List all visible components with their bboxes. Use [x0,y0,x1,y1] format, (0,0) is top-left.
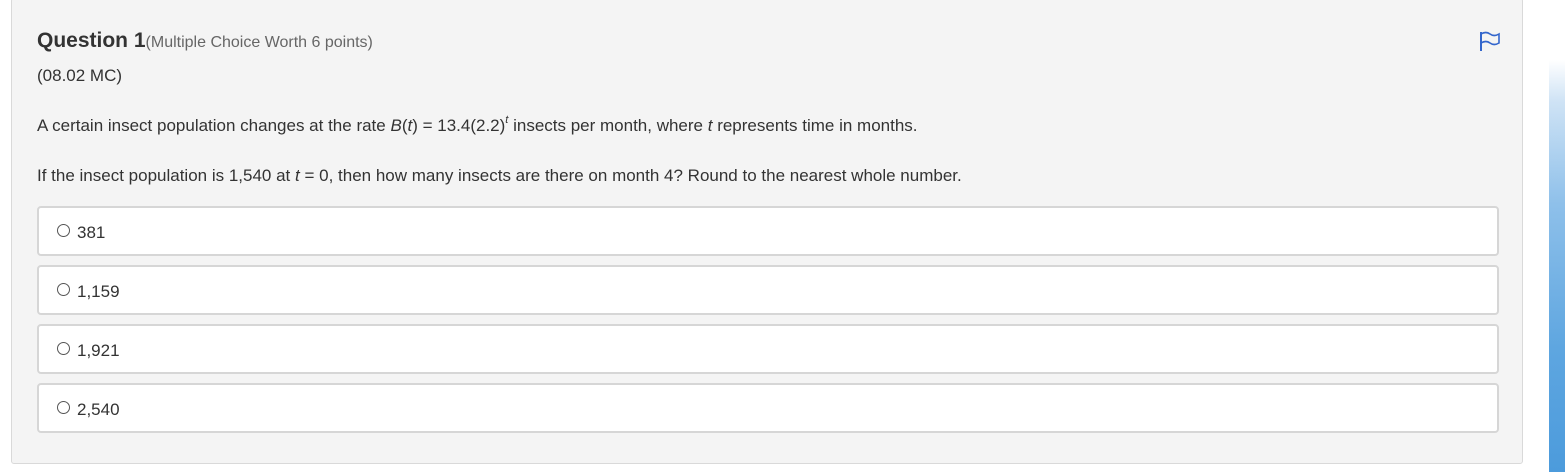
answer-choice[interactable]: 1,159 [37,265,1499,315]
question-title: Question 1 [37,29,146,52]
choice-label: 1,921 [77,341,120,360]
choice-label: 381 [77,223,106,242]
answer-choice[interactable]: 1,921 [37,324,1499,374]
answer-choice[interactable]: 381 [37,206,1499,256]
question-panel: Question 1(Multiple Choice Worth 6 point… [11,0,1523,464]
stem-text: ) = 13.4(2.2) [412,116,506,135]
question-worth: (Multiple Choice Worth 6 points) [145,34,373,51]
stem-text: If the insect population is 1,540 at [37,166,296,185]
radio-button[interactable] [57,283,70,296]
answer-choice[interactable]: 2,540 [37,383,1499,433]
flag-icon [1480,31,1500,51]
stem-text: represents time in months. [712,116,918,135]
question-stem-prompt: If the insect population is 1,540 at t =… [37,166,962,186]
stem-text: A certain insect population changes at t… [37,116,391,135]
radio-button[interactable] [57,342,70,355]
question-header: Question 1(Multiple Choice Worth 6 point… [37,29,373,53]
question-code: (08.02 MC) [37,66,123,85]
stem-text: = 0, then how many insects are there on … [299,166,962,185]
radio-button[interactable] [57,224,70,237]
question-stem-rate: A certain insect population changes at t… [37,115,918,136]
choice-label: 1,159 [77,282,120,301]
stem-text: insects per month, where [508,116,708,135]
radio-button[interactable] [57,401,70,414]
choice-label: 2,540 [77,400,120,419]
function-name: B [390,116,402,135]
scrollbar-edge[interactable] [1549,60,1565,472]
flag-question-button[interactable] [1478,30,1502,52]
